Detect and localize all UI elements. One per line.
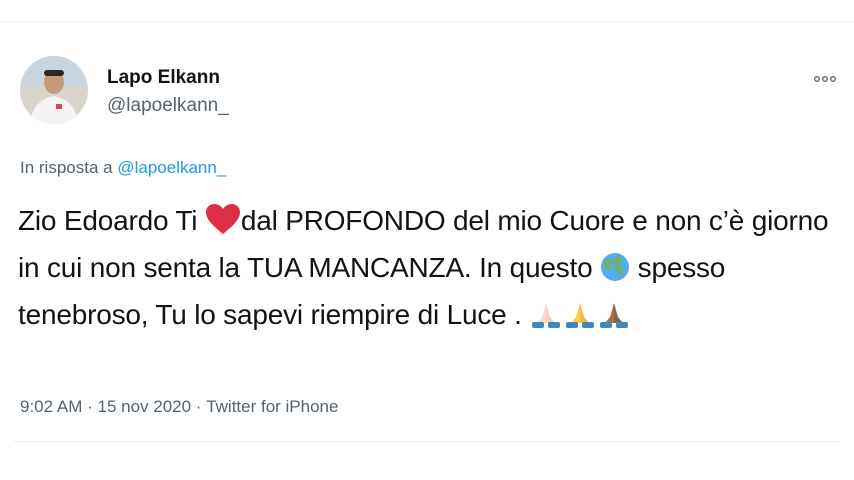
reply-prefix: In risposta a (20, 158, 113, 177)
more-options-button[interactable] (812, 68, 838, 90)
meta-separator: · (191, 397, 207, 416)
bottom-divider (14, 441, 840, 442)
praying-hands-light-emoji-icon (529, 299, 563, 341)
praying-hands-yellow-emoji-icon (563, 299, 597, 341)
user-avatar-photo-icon (20, 56, 88, 124)
top-divider (0, 21, 854, 22)
reply-handle-link[interactable]: @lapoelkann_ (117, 158, 226, 177)
tweet-source[interactable]: Twitter for iPhone (206, 397, 338, 417)
avatar[interactable] (20, 56, 88, 124)
tweet-meta: 9:02 AM · 15 nov 2020 · Twitter for iPho… (20, 397, 338, 417)
praying-hands-dark-emoji-icon (597, 299, 631, 341)
tweet-date[interactable]: 15 nov 2020 (97, 397, 191, 417)
red-heart-emoji-icon (205, 203, 241, 247)
tweet-card: Lapo Elkann @lapoelkann_ In risposta a @… (0, 0, 854, 480)
author-name[interactable]: Lapo Elkann (107, 67, 220, 89)
reply-context: In risposta a @lapoelkann_ (20, 158, 226, 178)
meta-separator: · (82, 397, 98, 416)
tweet-text-part1: Zio Edoardo Ti (18, 205, 205, 236)
tweet-text: Zio Edoardo Ti dal PROFONDO del mio Cuor… (18, 200, 838, 341)
tweet-time[interactable]: 9:02 AM (20, 397, 82, 417)
more-options-icon (814, 76, 836, 82)
globe-emoji-icon (600, 252, 630, 294)
author-handle[interactable]: @lapoelkann_ (107, 95, 229, 117)
